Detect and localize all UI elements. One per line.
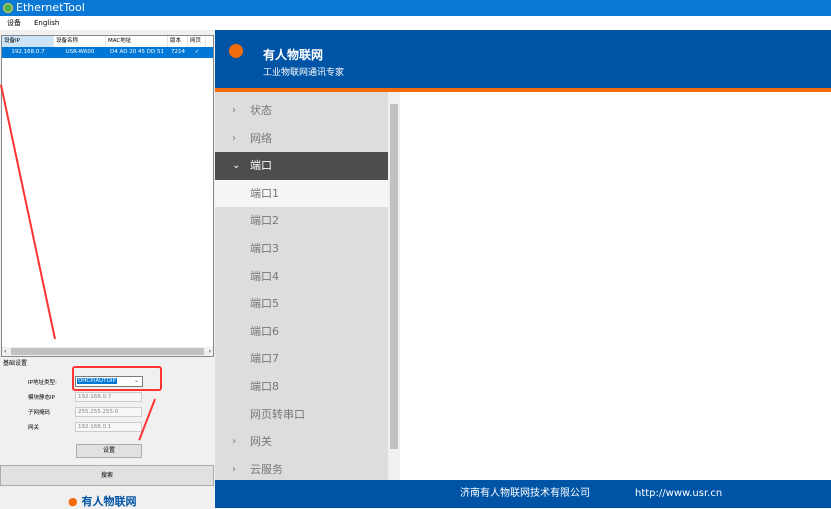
app-icon [3,3,13,13]
brand-logo-icon [229,44,243,58]
col-web[interactable]: 网页 [188,36,206,47]
static-ip-field[interactable]: 192.168.0.7 [75,392,142,402]
nav-port6[interactable]: 端口6 [215,317,388,346]
table-header: 设备IP 设备名称 MAC地址 版本 网页 [2,36,213,47]
table-row[interactable]: 192.168.0.7 USR-W600 D4 AD 20 45 DD 51 7… [2,47,213,58]
horizontal-scrollbar[interactable]: ‹ › [2,347,213,356]
web-view: 有人物联网 工业物联网通讯专家 › 状态 › 网络 ⌄ 端口 端口1 端口2 端口3 … [215,30,831,508]
logo-person-icon: ● [68,495,78,508]
left-panel: 设备IP 设备名称 MAC地址 版本 网页 192.168.0.7 USR-W6… [0,30,215,508]
cell-web: ✓ [194,49,200,55]
cell-version: 7214 [171,49,185,55]
web-nav: › 状态 › 网络 ⌄ 端口 端口1 端口2 端口3 端口4 端口5 端口6 端口7 … [215,92,388,480]
web-footer: 济南有人物联网技术有限公司 http://www.usr.cn [215,480,831,508]
nav-port2[interactable]: 端口2 [215,207,388,235]
device-table[interactable]: 设备IP 设备名称 MAC地址 版本 网页 192.168.0.7 USR-W6… [1,35,214,357]
nav-port4[interactable]: 端口4 [215,262,388,291]
search-button[interactable]: 搜索 [0,465,214,486]
footer-company: 济南有人物联网技术有限公司 [460,488,590,499]
nav-port[interactable]: ⌄ 端口 [215,152,388,180]
gateway-label: 网关 [28,425,40,431]
nav-port7[interactable]: 端口7 [215,345,388,373]
title-bar: EthernetTool [0,0,831,16]
nav-web-to-serial[interactable]: 网页转串口 [215,400,388,429]
chevron-down-icon: ⌄ [232,160,241,172]
window-title: EthernetTool [16,1,85,14]
nav-scrollbar[interactable] [388,92,400,480]
menu-device[interactable]: 设备 [7,19,21,27]
nav-port3[interactable]: 端口3 [215,234,388,263]
ip-type-label: IP地址类型: [28,380,57,386]
set-button[interactable]: 设置 [76,444,142,458]
bottom-logo-text: 有人物联网 [81,495,137,508]
highlight-box [72,366,162,391]
nav-port1[interactable]: 端口1 [215,179,388,208]
col-mac[interactable]: MAC地址 [106,36,168,47]
static-ip-label: 模块静态IP [28,395,55,401]
nav-port5[interactable]: 端口5 [215,290,388,318]
chevron-right-icon: › [232,105,236,116]
nav-gateway[interactable]: › 网关 [215,428,388,456]
gateway-field[interactable]: 192.168.0.1 [75,422,142,432]
bottom-logo: ● 有人物联网 [68,493,136,509]
cell-name: USR-W600 [65,49,95,55]
cell-mac: D4 AD 20 45 DD 51 [110,49,164,55]
col-ip[interactable]: 设备IP [2,36,54,47]
cell-ip: 192.168.0.7 [11,49,45,55]
menu-english[interactable]: English [34,19,59,27]
chevron-right-icon: › [232,132,236,144]
chevron-right-icon: › [232,436,236,448]
group-basic-settings: 基础设置 [3,360,28,367]
footer-url[interactable]: http://www.usr.cn [635,480,722,508]
col-name[interactable]: 设备名称 [54,36,106,47]
col-version[interactable]: 版本 [168,36,188,47]
nav-network[interactable]: › 网络 [215,125,388,153]
brand-name: 有人物联网 [263,48,324,62]
menu-bar: 设备 English [0,16,831,30]
nav-port8[interactable]: 端口8 [215,372,388,401]
mask-field[interactable]: 255.255.255.0 [75,407,142,417]
mask-label: 子网掩码 [28,410,51,416]
web-header: 有人物联网 工业物联网通讯专家 [215,30,831,88]
brand-slogan: 工业物联网通讯专家 [263,68,345,78]
nav-status[interactable]: › 状态 [215,97,388,125]
